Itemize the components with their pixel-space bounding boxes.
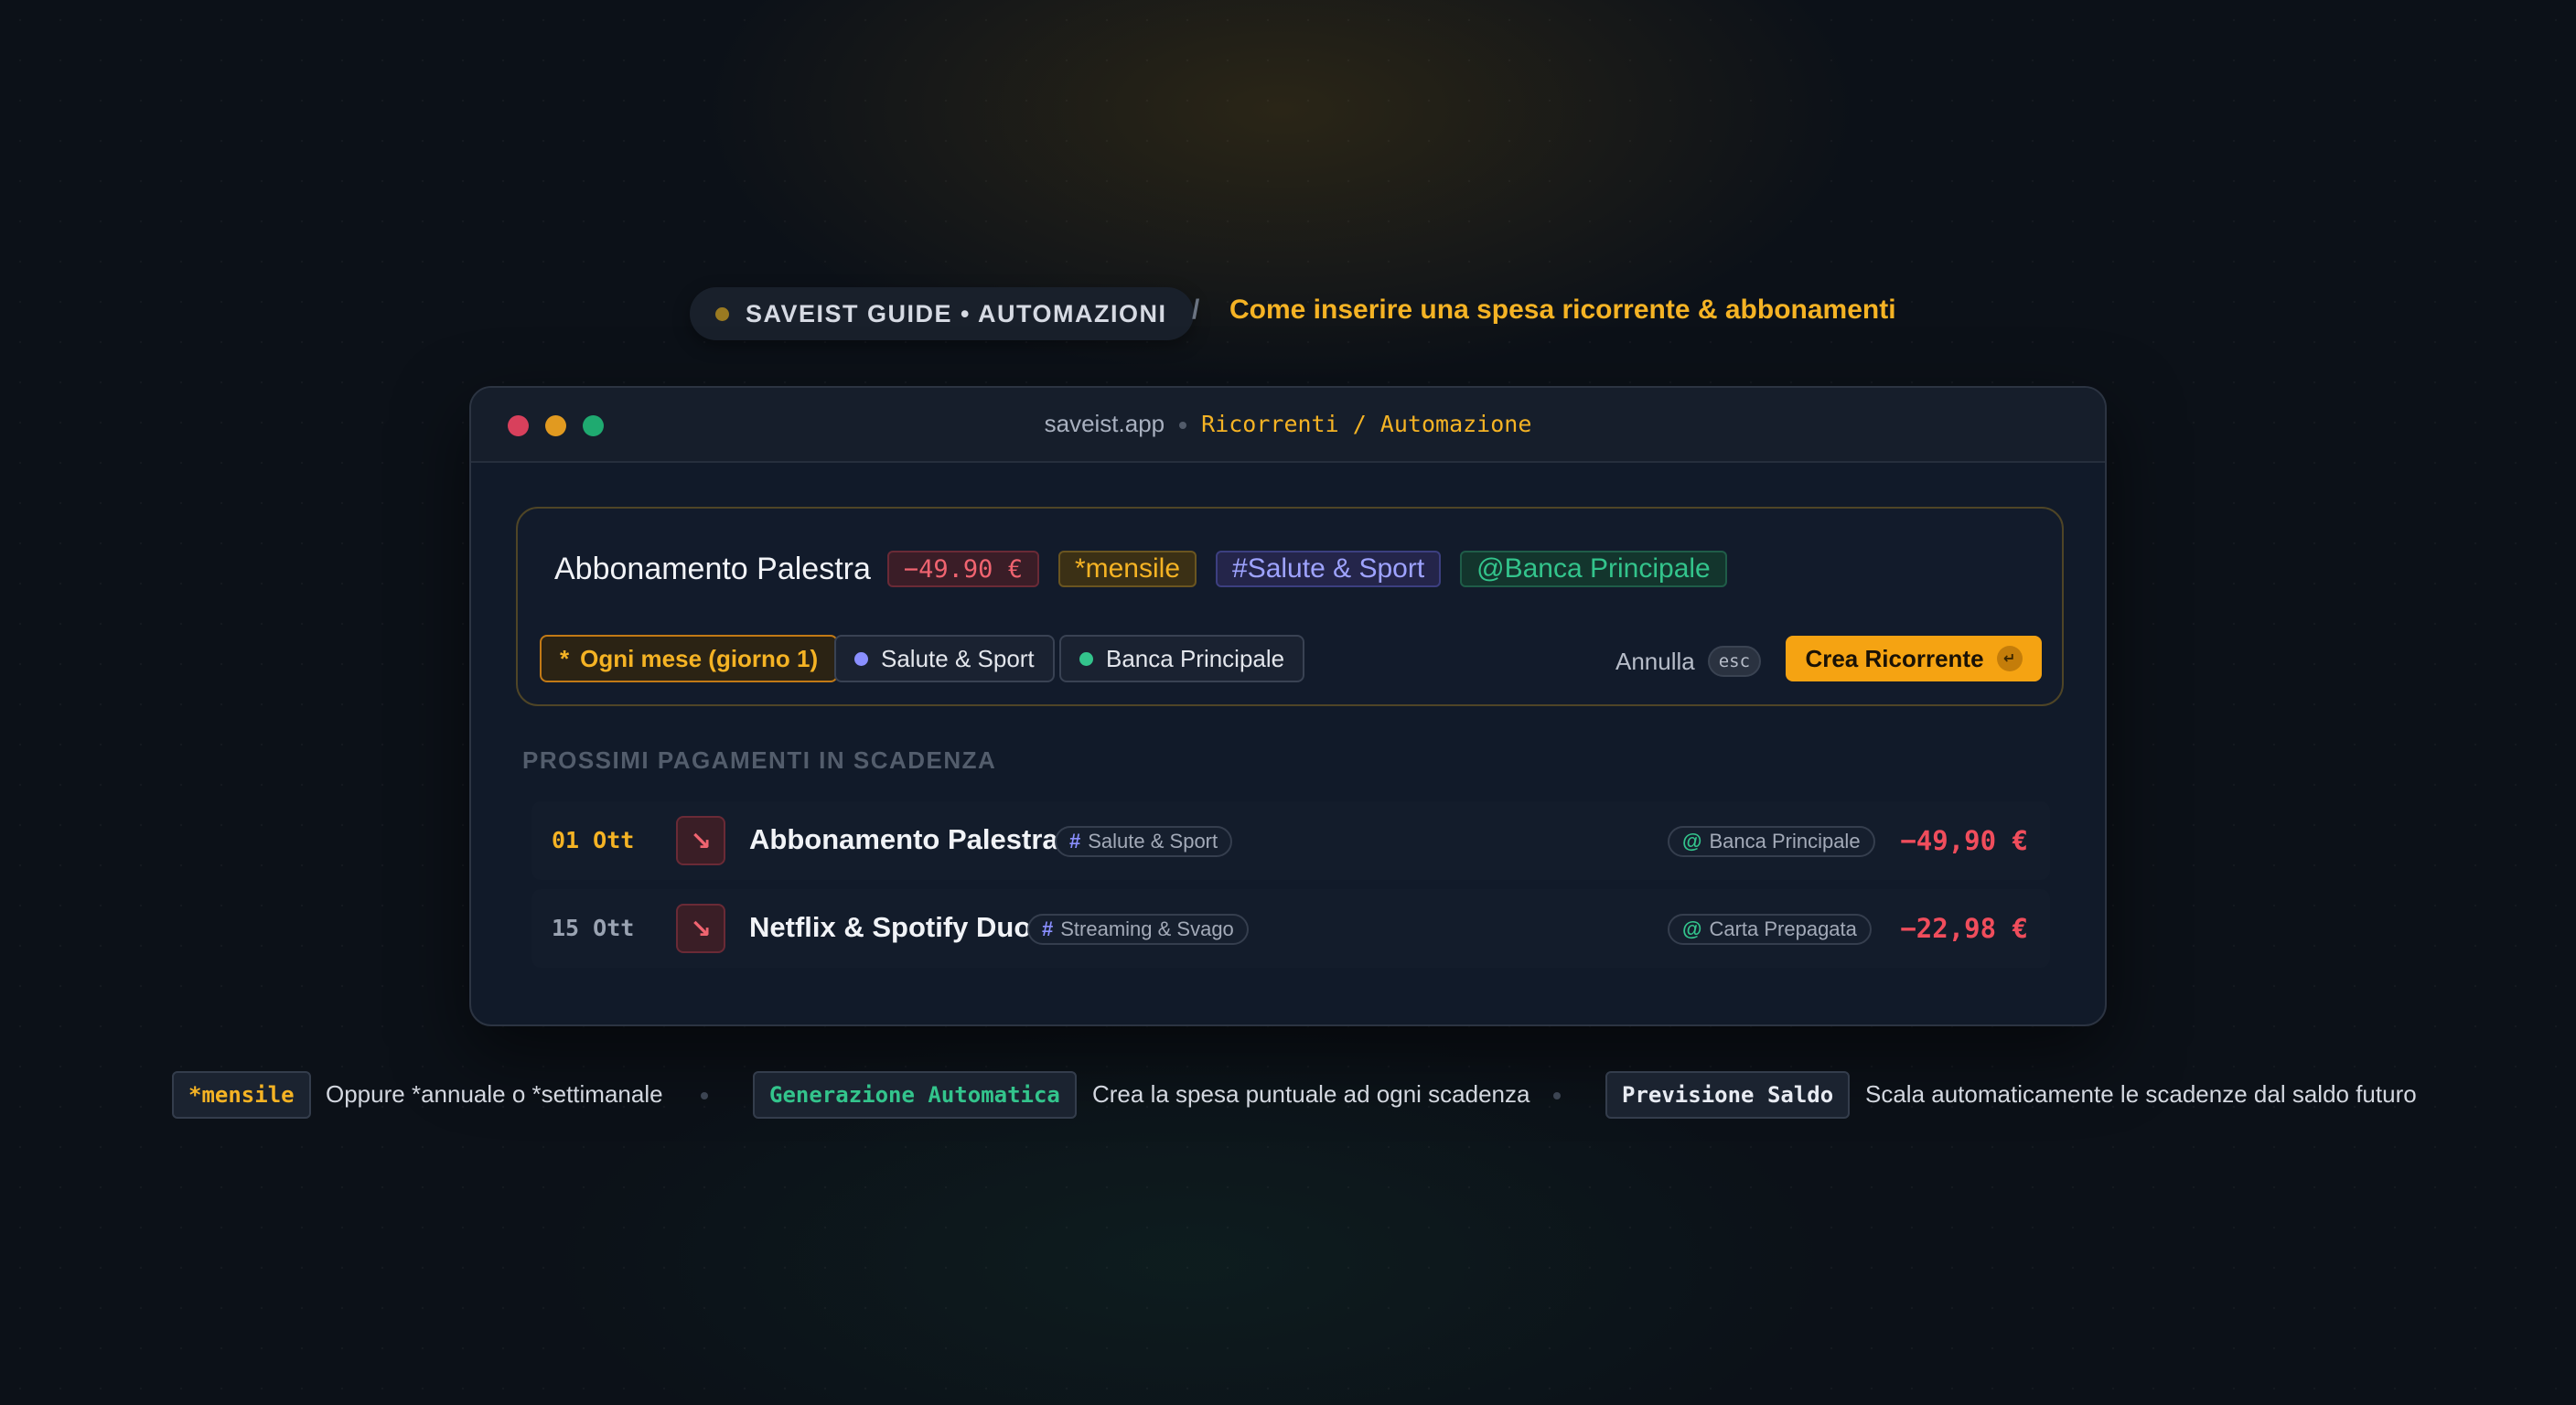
- account-chip-label: Banca Principale: [1106, 644, 1285, 672]
- url-domain: saveist.app: [1044, 410, 1165, 437]
- cancel-button[interactable]: Annulla esc: [1615, 646, 1762, 677]
- category-chip[interactable]: Salute & Sport: [834, 635, 1055, 682]
- payment-title: Netflix & Spotify Duo: [749, 911, 1032, 943]
- footer-separator-icon: [701, 1092, 708, 1099]
- payment-title: Abbonamento Palestra: [749, 823, 1058, 855]
- upcoming-section-title: PROSSIMI PAGAMENTI IN SCADENZA: [522, 746, 997, 774]
- payment-row[interactable]: 15 Ott ↘ Netflix & Spotify Duo # Streamin…: [531, 889, 2050, 968]
- payment-category-tag[interactable]: # Salute & Sport: [1055, 826, 1233, 857]
- recurring-input-card[interactable]: Abbonamento Palestra −49.90 € *mensile #…: [516, 507, 2064, 706]
- payment-account-label: Carta Prepagata: [1709, 917, 1857, 940]
- at-icon: @: [1682, 830, 1702, 853]
- guide-label: SAVEIST GUIDE • AUTOMAZIONI: [746, 299, 1167, 327]
- create-recurring-button[interactable]: Crea Ricorrente ↵: [1786, 636, 2042, 681]
- payment-date: 15 Ott: [552, 915, 635, 941]
- window-titlebar: saveist.app Ricorrenti / Automazione: [471, 388, 2105, 463]
- trend-down-icon: ↘: [676, 904, 725, 953]
- category-chip-label: Salute & Sport: [881, 644, 1035, 672]
- frequency-token[interactable]: *mensile: [1057, 551, 1197, 587]
- amount-token[interactable]: −49.90 €: [886, 551, 1039, 587]
- status-dot-icon: [715, 306, 729, 321]
- payment-amount: −22,98 €: [1900, 913, 2028, 944]
- frequency-shortcut-note: Oppure *annuale o *settimanale: [326, 1080, 663, 1108]
- account-dot-icon: [1079, 651, 1093, 666]
- balance-forecast-note: Scala automaticamente le scadenze dal sa…: [1865, 1080, 2417, 1108]
- footer-separator-icon: [1553, 1092, 1561, 1099]
- balance-forecast-badge: Previsione Saldo: [1605, 1071, 1851, 1119]
- trend-down-icon: ↘: [676, 816, 725, 865]
- frequency-chip[interactable]: * Ogni mese (giorno 1): [540, 635, 839, 682]
- payment-account-tag[interactable]: @ Banca Principale: [1668, 826, 1875, 857]
- hash-icon: #: [1069, 830, 1081, 853]
- enter-key-icon: ↵: [1996, 646, 2023, 671]
- payment-amount: −49,90 €: [1900, 825, 2028, 856]
- create-label: Crea Ricorrente: [1805, 644, 1984, 672]
- payment-category-tag[interactable]: # Streaming & Svago: [1027, 914, 1249, 945]
- payment-row[interactable]: 01 Ott ↘ Abbonamento Palestra # Salute & …: [531, 801, 2050, 880]
- url-separator-icon: [1179, 422, 1187, 430]
- account-chip[interactable]: Banca Principale: [1059, 635, 1305, 682]
- payment-account-tag[interactable]: @ Carta Prepagata: [1668, 914, 1872, 945]
- category-dot-icon: [854, 651, 868, 666]
- auto-generation-badge: Generazione Automatica: [753, 1071, 1077, 1119]
- payment-category-label: Salute & Sport: [1088, 830, 1218, 853]
- frequency-chip-label: Ogni mese (giorno 1): [580, 644, 819, 672]
- page-subtitle: Come inserire una spesa ricorrente & abb…: [1229, 295, 1896, 325]
- address-bar: saveist.app Ricorrenti / Automazione: [471, 410, 2105, 438]
- cancel-label: Annulla: [1615, 647, 1695, 675]
- frequency-shortcut-badge: *mensile: [172, 1071, 311, 1119]
- expense-title-text[interactable]: Abbonamento Palestra: [554, 552, 871, 587]
- expense-input-line[interactable]: Abbonamento Palestra −49.90 € *mensile #…: [554, 551, 1746, 587]
- guide-breadcrumb: SAVEIST GUIDE • AUTOMAZIONI: [690, 287, 1195, 340]
- breadcrumb-separator: /: [1192, 295, 1200, 325]
- payment-date: 01 Ott: [552, 827, 635, 853]
- hash-icon: #: [1042, 917, 1054, 940]
- category-token[interactable]: #Salute & Sport: [1216, 551, 1442, 587]
- at-icon: @: [1682, 917, 1702, 940]
- app-window: saveist.app Ricorrenti / Automazione Abbo…: [469, 386, 2107, 1026]
- payment-category-label: Streaming & Svago: [1060, 917, 1234, 940]
- payment-account-label: Banca Principale: [1709, 830, 1861, 853]
- esc-key-badge: esc: [1707, 646, 1762, 677]
- auto-generation-note: Crea la spesa puntuale ad ogni scadenza: [1092, 1080, 1530, 1108]
- url-path: Ricorrenti / Automazione: [1201, 411, 1532, 437]
- account-token[interactable]: @Banca Principale: [1460, 551, 1727, 587]
- asterisk-icon: *: [560, 644, 570, 672]
